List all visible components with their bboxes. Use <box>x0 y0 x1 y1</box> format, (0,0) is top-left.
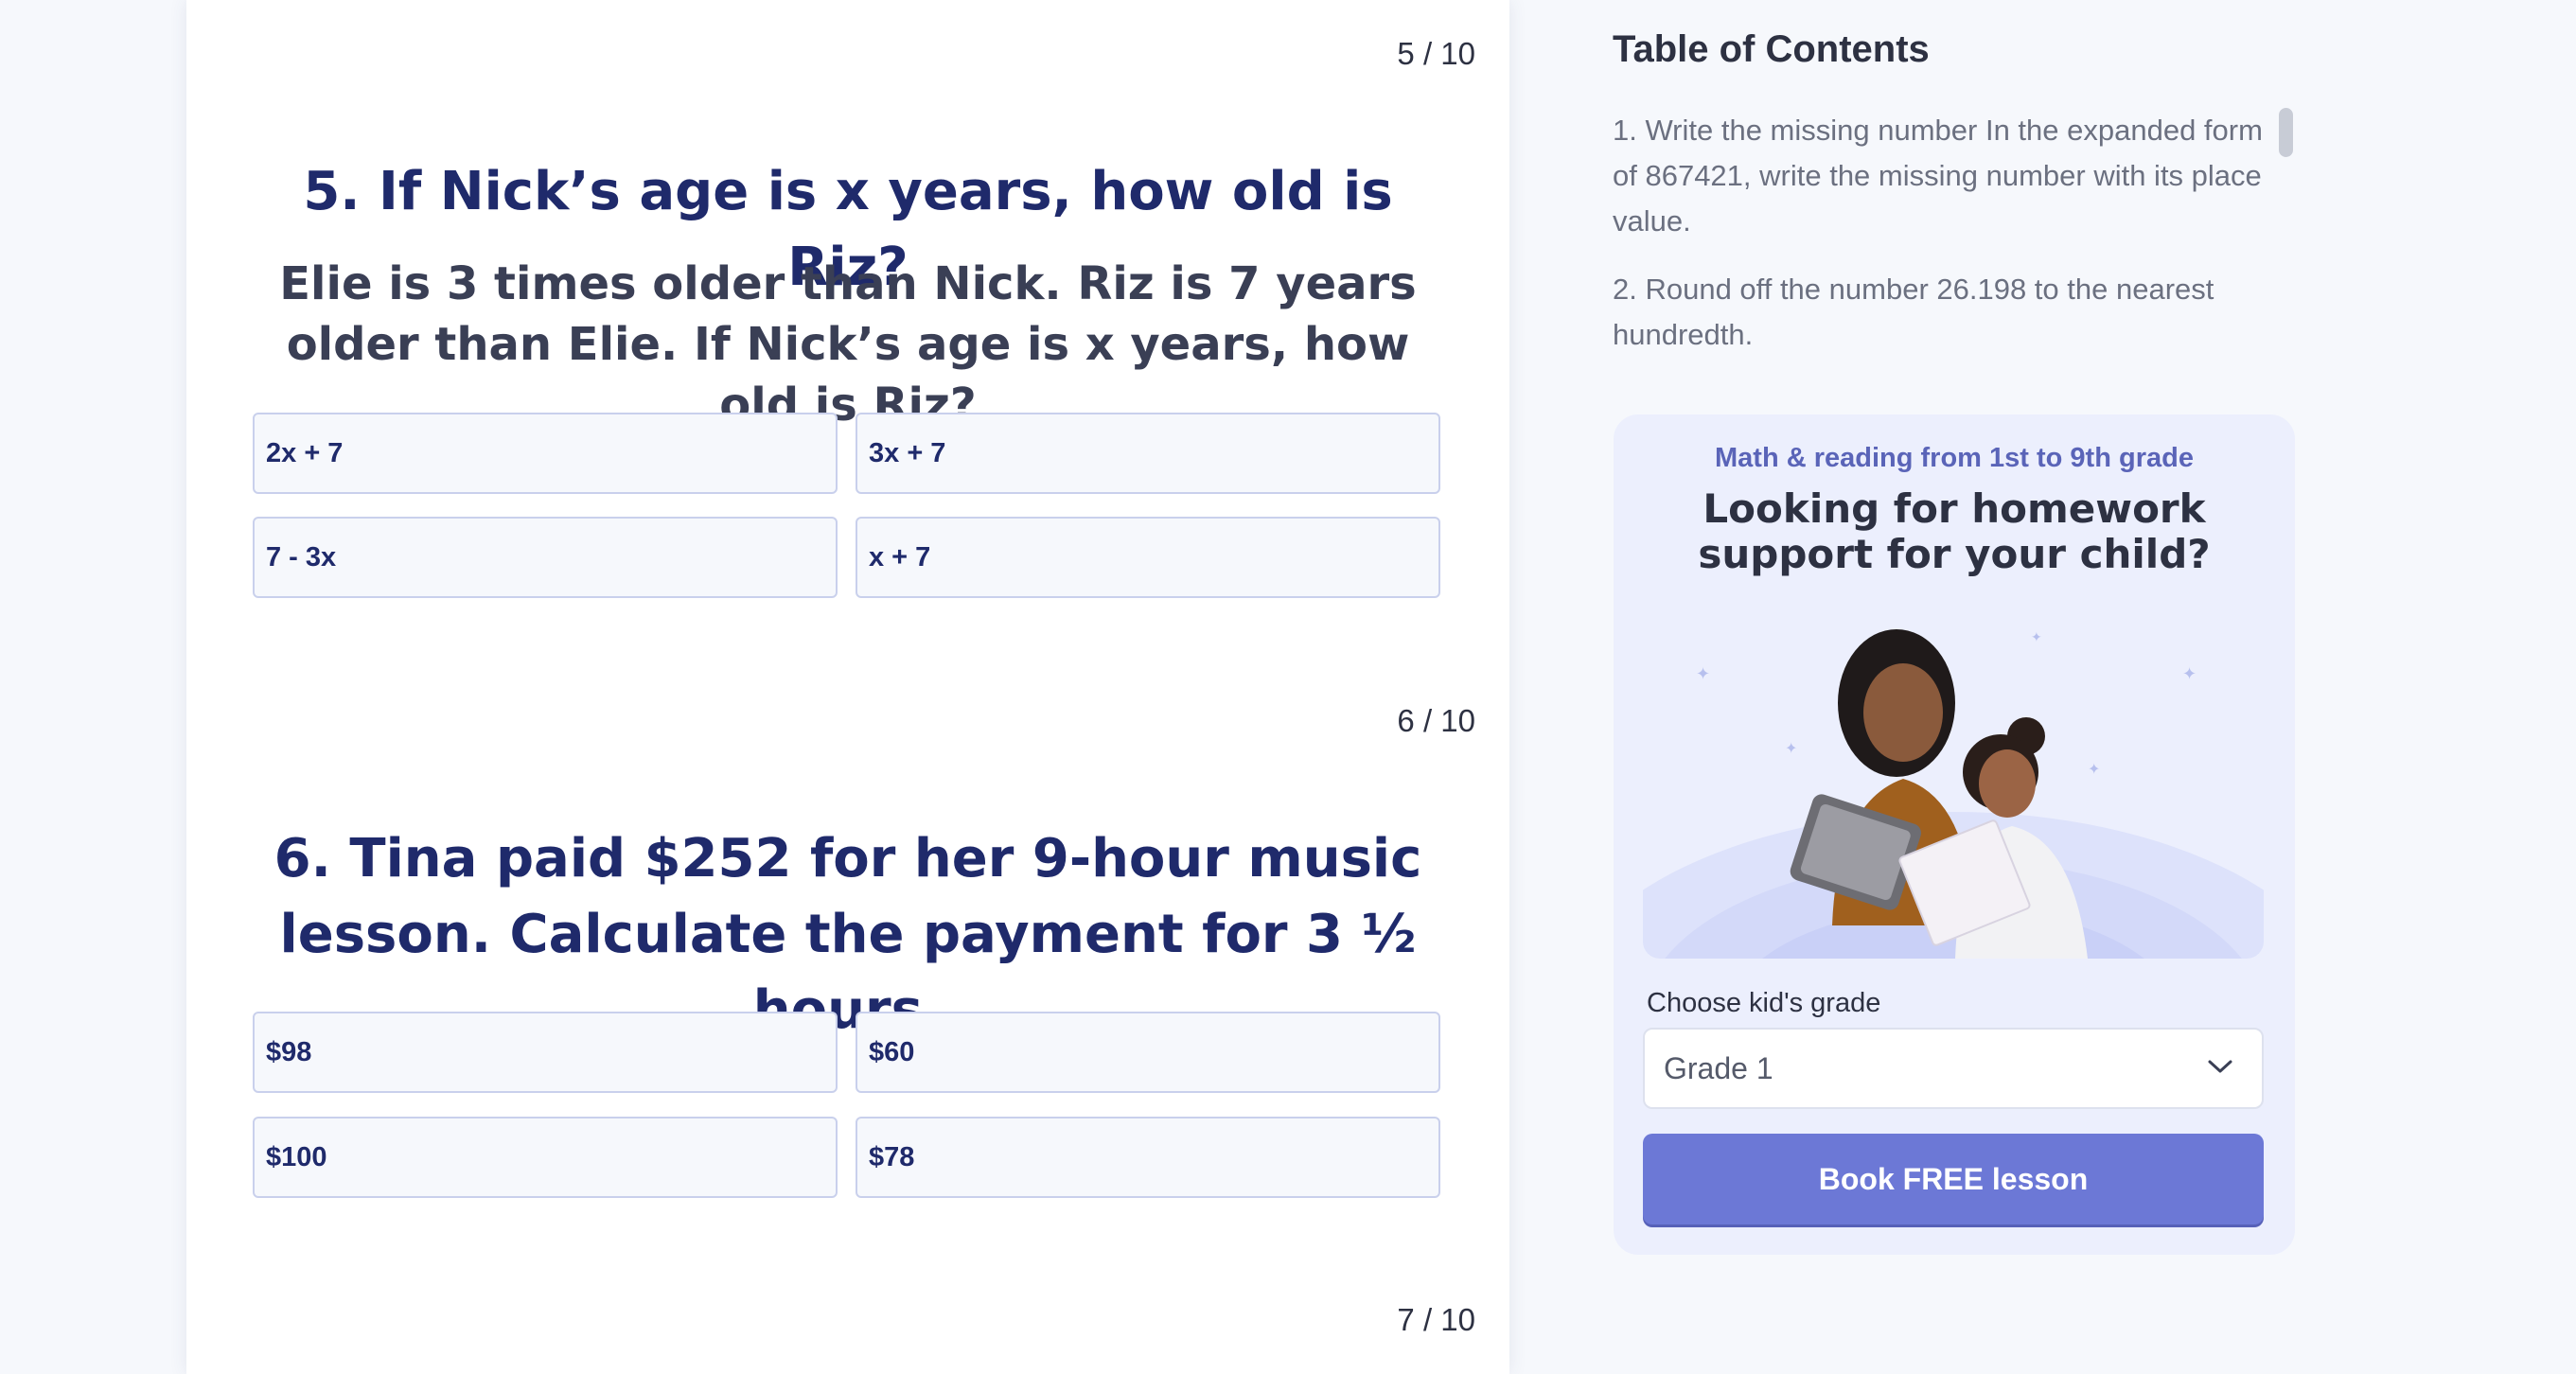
promo-title: Looking for homework support for your ch… <box>1698 485 2211 577</box>
svg-text:✦: ✦ <box>1785 739 1797 757</box>
answer-option[interactable]: 3x + 7 <box>856 413 1440 494</box>
chevron-down-icon <box>2208 1060 2232 1073</box>
promo-card: Math & reading from 1st to 9th grade Loo… <box>1614 414 2295 1255</box>
svg-text:✦: ✦ <box>2031 630 2042 645</box>
promo-subtitle: Math & reading from 1st to 9th grade <box>1715 443 2194 473</box>
question-counter: 7 / 10 <box>1397 1302 1475 1337</box>
toc-title: Table of Contents <box>1613 28 1930 70</box>
question-description: Elie is 3 times older than Nick. Riz is … <box>279 257 1417 432</box>
answer-option[interactable]: $60 <box>856 1012 1440 1093</box>
quiz-card: 5 / 10 5. If Nick’s age is x years, how … <box>186 0 1509 1374</box>
answer-option[interactable]: $100 <box>253 1117 838 1198</box>
svg-text:✦: ✦ <box>1696 664 1710 684</box>
mother-daughter-illustration: ✦ ✦ ✦ ✦ ✦ <box>1643 613 2264 959</box>
grade-label: Choose kid's grade <box>1647 988 1881 1018</box>
toc-item[interactable]: 2. Round off the number 26.198 to the ne… <box>1613 267 2275 358</box>
question-counter: 5 / 10 <box>1397 36 1475 71</box>
toc-scrollbar[interactable] <box>2279 108 2293 157</box>
answer-option[interactable]: 2x + 7 <box>253 413 838 494</box>
answer-option[interactable]: $78 <box>856 1117 1440 1198</box>
answer-option[interactable]: 7 - 3x <box>253 517 838 598</box>
grade-select[interactable]: Grade 1 <box>1643 1028 2264 1109</box>
answer-option[interactable]: $98 <box>253 1012 838 1093</box>
svg-text:✦: ✦ <box>2182 664 2197 684</box>
svg-text:✦: ✦ <box>2088 760 2100 778</box>
answer-option[interactable]: x + 7 <box>856 517 1440 598</box>
book-lesson-button[interactable]: Book FREE lesson <box>1643 1134 2264 1224</box>
grade-select-value: Grade 1 <box>1664 1050 1773 1085</box>
toc-item[interactable]: 1. Write the missing number In the expan… <box>1613 108 2275 244</box>
question-counter: 6 / 10 <box>1397 703 1475 738</box>
